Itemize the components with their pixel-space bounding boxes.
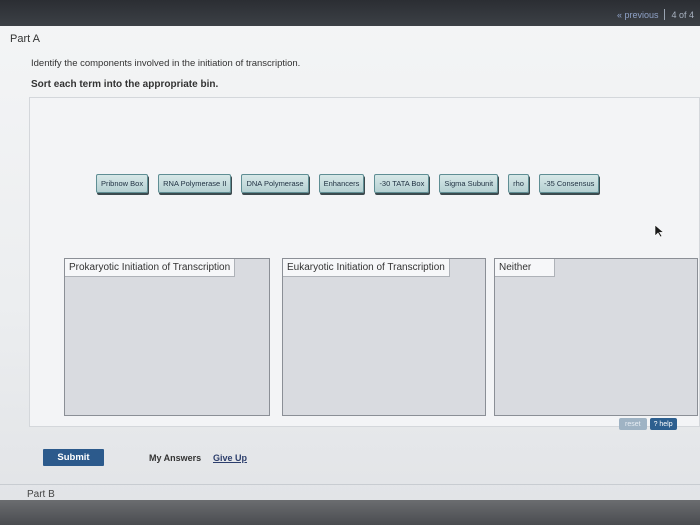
tile-30-tata-box[interactable]: -30 TATA Box [374, 174, 430, 193]
term-tiles: Pribnow Box RNA Polymerase II DNA Polyme… [96, 174, 600, 193]
reset-button[interactable]: reset [619, 418, 647, 430]
previous-link[interactable]: « previous [617, 10, 659, 20]
bin-eukaryotic[interactable]: Eukaryotic Initiation of Transcription [282, 258, 486, 416]
give-up-link[interactable]: Give Up [213, 453, 247, 463]
part-a-heading[interactable]: Part A [10, 33, 40, 45]
section-divider [0, 484, 700, 485]
sort-prompt: Sort each term into the appropriate bin. [31, 79, 219, 90]
submit-button[interactable]: Submit [43, 449, 104, 466]
bin-label: Prokaryotic Initiation of Transcription [65, 259, 236, 277]
pagination: « previous 4 of 4 [617, 9, 694, 20]
bin-label: Eukaryotic Initiation of Transcription [283, 259, 450, 277]
bin-label: Neither [495, 259, 555, 277]
monitor-bezel [0, 500, 700, 525]
tile-rna-polymerase-ii[interactable]: RNA Polymerase II [158, 174, 232, 193]
tile-pribnow-box[interactable]: Pribnow Box [96, 174, 149, 193]
tile-enhancers[interactable]: Enhancers [318, 174, 365, 193]
bin-prokaryotic[interactable]: Prokaryotic Initiation of Transcription [64, 258, 270, 416]
page-indicator: 4 of 4 [671, 9, 694, 20]
bin-neither[interactable]: Neither [494, 258, 698, 416]
tile-35-consensus[interactable]: -35 Consensus [538, 174, 600, 193]
question-instruction: Identify the components involved in the … [31, 58, 301, 69]
workspace-controls: reset ? help [619, 418, 677, 430]
tile-rho[interactable]: rho [508, 174, 529, 193]
tile-sigma-subunit[interactable]: Sigma Subunit [439, 174, 499, 193]
part-b-heading[interactable]: Part B [27, 489, 55, 500]
mouse-cursor-icon [654, 224, 665, 238]
tile-dna-polymerase[interactable]: DNA Polymerase [241, 174, 309, 193]
help-button[interactable]: ? help [649, 418, 677, 430]
my-answers-label: My Answers [149, 453, 202, 463]
top-bar: « previous 4 of 4 [0, 0, 700, 26]
nav-divider [664, 9, 666, 20]
screen: « previous 4 of 4 Part A Identify the co… [0, 0, 700, 500]
